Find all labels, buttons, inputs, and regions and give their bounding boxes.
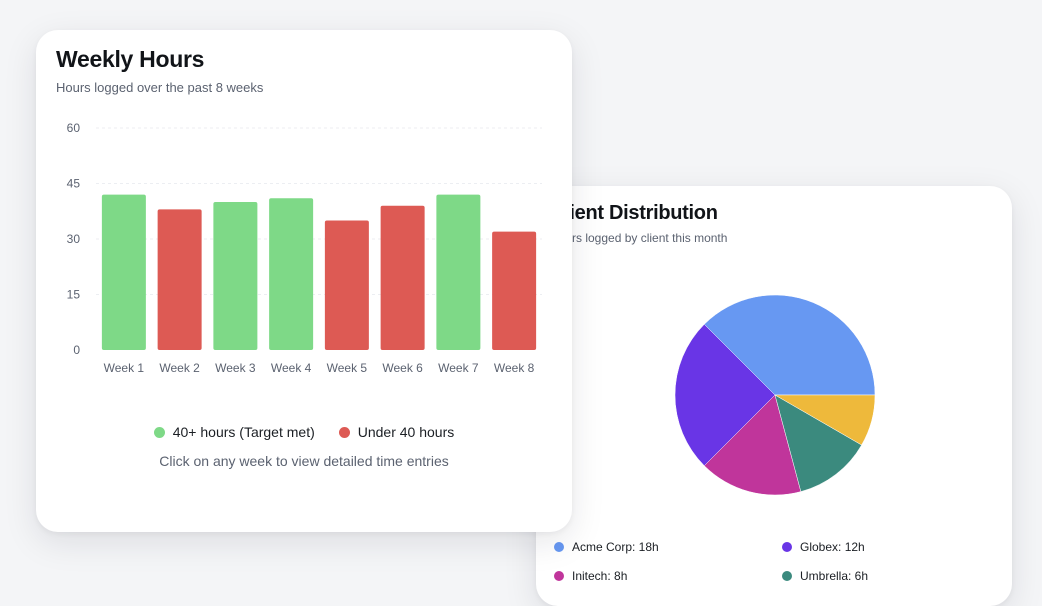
- x-tick-label: Week 7: [438, 361, 479, 375]
- client-legend-item-initech: Initech: 8h: [554, 569, 627, 583]
- client-legend-item-umbrella: Umbrella: 6h: [782, 569, 868, 583]
- client-legend-label: Initech: 8h: [572, 569, 628, 583]
- client-distribution-card: Client Distribution Hours logged by clie…: [536, 186, 1012, 606]
- weekly-bar-chart: 0 15 30 45 60 Week 1 Week 2 Week 3 Week 4 Week 5 W…: [67, 121, 542, 375]
- client-legend-label: Umbrella: 6h: [800, 569, 869, 583]
- y-tick-label: 30: [67, 232, 81, 246]
- client-legend-item-acme: Acme Corp: 18h: [554, 540, 659, 554]
- bar-week-4[interactable]: [269, 198, 314, 350]
- bar-week-1[interactable]: [101, 194, 146, 350]
- y-tick-label: 45: [67, 177, 81, 191]
- weekly-legend: 40+ hours (Target met) Under 40 hours: [36, 424, 572, 440]
- legend-dot-icon: [782, 542, 792, 552]
- legend-label: Under 40 hours: [357, 424, 455, 440]
- legend-dot-icon: [338, 426, 350, 438]
- client-legend-item-globex: Globex: 12h: [782, 540, 865, 554]
- x-tick-label: Week 8: [494, 361, 535, 375]
- legend-dot-icon: [153, 426, 165, 438]
- x-tick-label: Week 2: [159, 361, 200, 375]
- x-tick-label: Week 5: [327, 361, 368, 375]
- client-legend-label: Acme Corp: 18h: [572, 540, 659, 554]
- bar-week-2[interactable]: [157, 209, 202, 350]
- bar-week-6[interactable]: [380, 205, 425, 350]
- legend-item-under-target: Under 40 hours: [338, 424, 455, 440]
- x-tick-label: Week 3: [215, 361, 256, 375]
- bar-week-3[interactable]: [213, 202, 258, 350]
- weekly-hours-card: Weekly Hours Hours logged over the past …: [36, 30, 572, 532]
- chart-hint-text: Click on any week to view detailed time …: [159, 453, 449, 469]
- legend-dot-icon: [554, 542, 564, 552]
- x-tick-label: Week 1: [104, 361, 145, 375]
- legend-label: 40+ hours (Target met): [172, 424, 315, 440]
- y-tick-label: 0: [73, 343, 80, 357]
- y-tick-label: 15: [67, 288, 81, 302]
- bar-week-8[interactable]: [492, 231, 537, 350]
- legend-item-target-met: 40+ hours (Target met): [153, 424, 315, 440]
- bar-week-5[interactable]: [324, 220, 369, 351]
- x-tick-label: Week 4: [271, 361, 312, 375]
- y-tick-label: 60: [67, 121, 81, 135]
- client-legend-label: Globex: 12h: [800, 540, 865, 554]
- x-tick-label: Week 6: [382, 361, 423, 375]
- bar-week-7[interactable]: [436, 194, 481, 350]
